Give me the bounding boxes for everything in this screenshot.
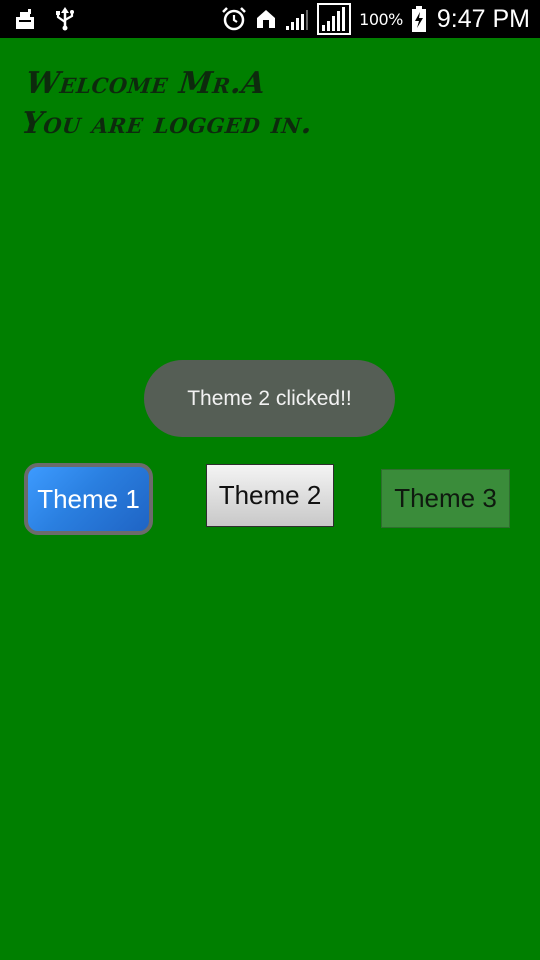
welcome-line-greeting: Welcome Mr.A xyxy=(24,66,268,101)
cleaner-icon xyxy=(14,8,36,30)
charging-icon xyxy=(411,6,427,32)
toast-notification: Theme 2 clicked!! xyxy=(144,360,395,437)
alarm-icon xyxy=(221,6,247,32)
battery-percentage: 100% xyxy=(359,9,403,29)
theme-2-button[interactable]: Theme 2 xyxy=(206,464,334,527)
theme-1-button[interactable]: Theme 1 xyxy=(24,463,153,535)
welcome-line-status: You are logged in. xyxy=(19,106,315,141)
clock: 9:47 PM xyxy=(436,4,530,33)
usb-icon xyxy=(54,7,76,31)
status-bar: 100% 9:47 PM xyxy=(0,0,540,38)
welcome-message: Welcome Mr.A You are logged in. xyxy=(20,64,528,144)
home-icon xyxy=(255,8,277,30)
toast-message: Theme 2 clicked!! xyxy=(187,386,352,410)
theme-3-button[interactable]: Theme 3 xyxy=(381,469,510,528)
signal-weak-icon xyxy=(285,6,309,32)
signal-strong-icon xyxy=(317,3,352,35)
